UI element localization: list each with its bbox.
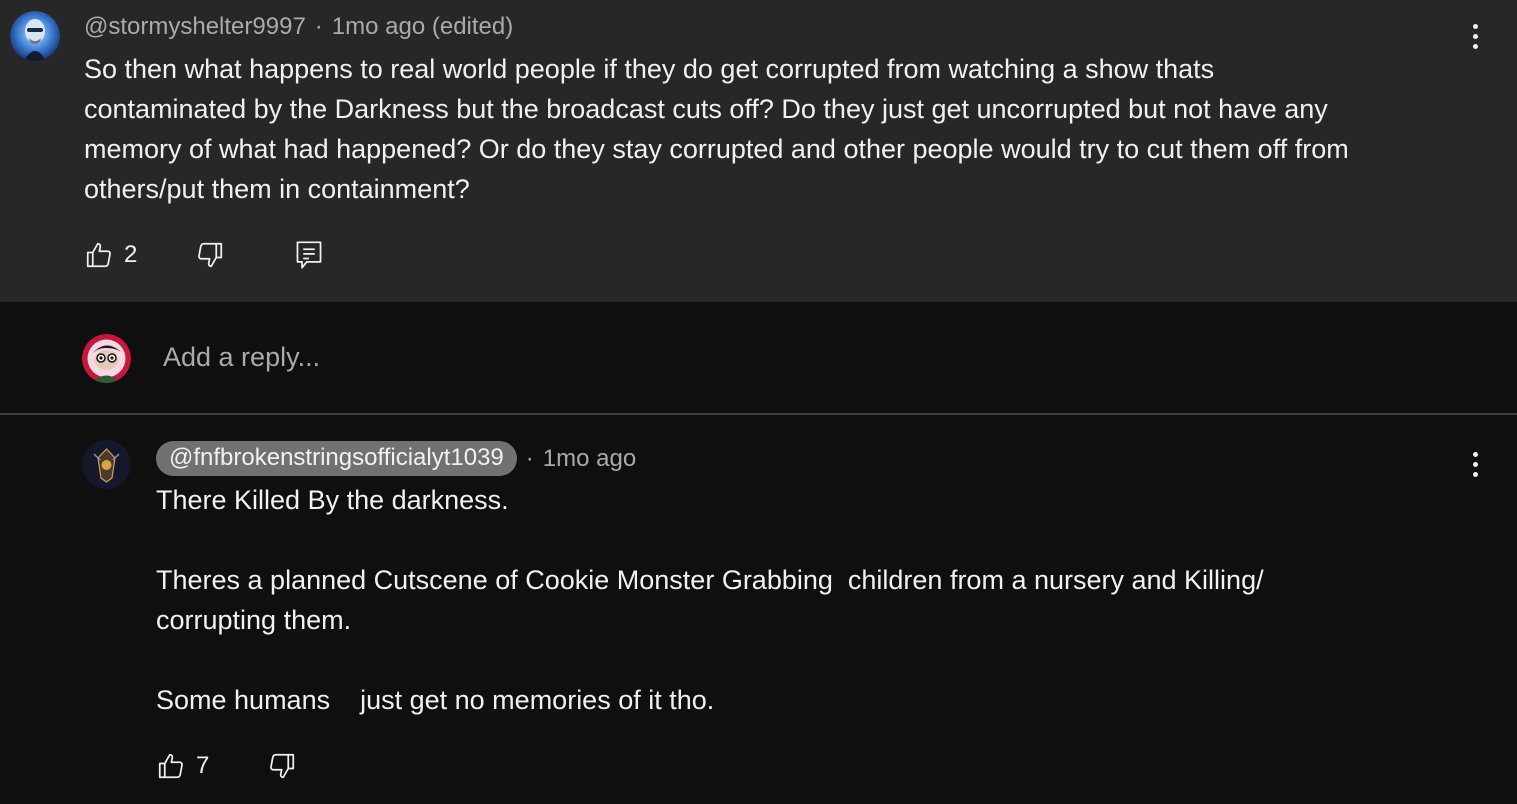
reply-line: Some humans just get no memories of it t…	[156, 685, 715, 715]
comment-timestamp[interactable]: 1mo ago (edited)	[332, 13, 513, 41]
more-vert-icon	[1472, 23, 1478, 29]
highlighted-comment: @stormyshelter9997 · 1mo ago (edited) So…	[0, 0, 1517, 302]
meta-separator: ·	[314, 13, 323, 40]
reply-dislike-button[interactable]	[267, 751, 297, 781]
comment-author[interactable]: @stormyshelter9997	[84, 13, 306, 41]
user-avatar[interactable]	[82, 334, 131, 383]
reply-meta: @fnfbrokenstringsofficialyt1039 · 1mo ag…	[156, 441, 636, 476]
dislike-button[interactable]	[195, 240, 225, 270]
reply-line: corrupting them.	[156, 605, 352, 635]
comment-actions: 2	[84, 235, 323, 275]
thumbs-up-icon	[158, 753, 183, 779]
comment-body: So then what happens to real world peopl…	[84, 49, 1349, 209]
comment-line: memory of what had happened? Or do they …	[84, 134, 1349, 164]
comment-icon	[296, 241, 322, 269]
reply-author-chip[interactable]: @fnfbrokenstringsofficialyt1039	[156, 441, 517, 476]
meta-separator: ·	[525, 444, 534, 472]
reply-body: There Killed By the darkness. Theres a p…	[156, 480, 1264, 720]
reply-input[interactable]: Add a reply...	[163, 342, 320, 373]
reply-composer: Add a reply...	[0, 302, 1517, 414]
reply-line: Theres a planned Cutscene of Cookie Mons…	[156, 565, 1264, 595]
reply-line: There Killed By the darkness.	[156, 485, 509, 515]
more-vert-icon-dot	[1472, 33, 1478, 39]
replier-avatar[interactable]	[82, 440, 131, 489]
comment-menu-button[interactable]	[1460, 16, 1490, 56]
comment-line: contaminated by the Darkness but the bro…	[84, 94, 1328, 124]
thumbs-up-icon	[86, 242, 111, 268]
reply-input-underline	[0, 413, 1517, 415]
reply-line	[156, 520, 1264, 560]
more-vert-icon-dot	[1472, 471, 1478, 477]
thumbs-down-icon	[270, 753, 295, 779]
like-button[interactable]: 2	[84, 240, 137, 270]
more-vert-icon	[1472, 451, 1478, 457]
comment-line: others/put them in containment?	[84, 174, 470, 204]
reply-button[interactable]	[295, 240, 323, 270]
reply-menu-button[interactable]	[1460, 444, 1490, 484]
like-count: 2	[124, 241, 138, 268]
comment-line: So then what happens to real world peopl…	[84, 54, 1215, 84]
more-vert-icon-dot	[1472, 43, 1478, 49]
reply-line	[156, 640, 1264, 680]
comment-meta: @stormyshelter9997 · 1mo ago (edited)	[84, 13, 513, 41]
thumbs-down-icon	[198, 242, 223, 268]
commenter-avatar[interactable]	[10, 11, 60, 61]
reply-actions: 7	[156, 746, 297, 786]
more-vert-icon-dot	[1472, 461, 1478, 467]
reply-like-button[interactable]: 7	[156, 751, 209, 781]
reply-timestamp[interactable]: 1mo ago	[543, 445, 636, 473]
reply-like-count: 7	[196, 752, 210, 779]
